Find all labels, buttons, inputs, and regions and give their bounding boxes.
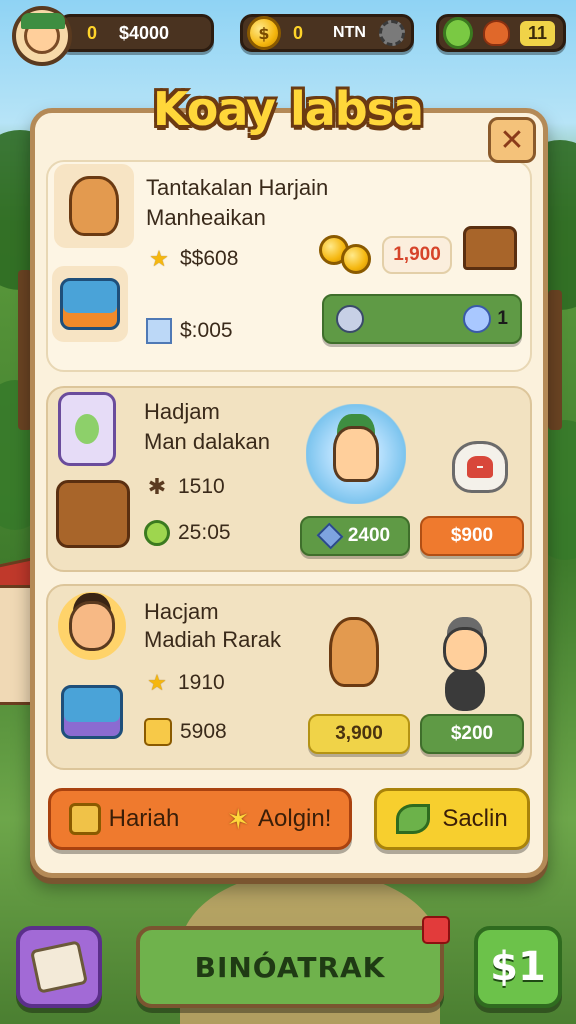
inventory-button[interactable] bbox=[16, 926, 102, 1008]
leaf-icon bbox=[396, 804, 431, 834]
notification-badge bbox=[422, 916, 450, 944]
coin-stack-icon bbox=[318, 222, 372, 278]
gem-icon bbox=[336, 305, 364, 333]
action-button-group: Hariah ✶ Aolgin! bbox=[48, 788, 352, 850]
price-value: 1 bbox=[497, 308, 508, 329]
star-icon: ★ bbox=[147, 670, 167, 695]
cube-icon bbox=[146, 318, 172, 344]
hero-avatar-icon bbox=[58, 592, 126, 660]
wooden-crate-icon bbox=[56, 480, 130, 548]
aolgin-button[interactable]: ✶ Aolgin! bbox=[227, 803, 332, 836]
saclin-label: Saclin bbox=[442, 805, 508, 832]
item-name-line2: Man dalakan bbox=[144, 429, 270, 454]
item-stat-star: ★ $$608 bbox=[146, 246, 238, 272]
item-name-line1: Hacjam bbox=[144, 599, 219, 624]
player-avatar-icon[interactable] bbox=[12, 6, 72, 66]
fox-character-icon bbox=[54, 164, 134, 248]
item-stat-badge: 5908 bbox=[144, 718, 227, 746]
buy-button-orange[interactable]: $900 bbox=[420, 516, 524, 556]
item-stat: 25:05 bbox=[144, 520, 231, 546]
item-stat: ✱ 1510 bbox=[144, 474, 225, 500]
stat-value: 1510 bbox=[178, 475, 225, 498]
stat-value: $:005 bbox=[180, 319, 233, 342]
price-value: $200 bbox=[450, 723, 494, 744]
boy-character-icon bbox=[432, 598, 498, 702]
star-icon: ★ bbox=[149, 246, 169, 271]
sparkle-icon: ✶ bbox=[226, 803, 250, 835]
item-name-line1: Tantakalan Harjain bbox=[146, 175, 329, 200]
buy-button-green[interactable]: $200 bbox=[420, 714, 524, 754]
hariah-label: Hariah bbox=[108, 805, 180, 832]
coins-bar[interactable]: $ 0 NTN bbox=[240, 14, 414, 52]
gems-count: 11 bbox=[519, 20, 555, 46]
player-currency: $4000 bbox=[119, 22, 170, 43]
coins-label: NTN bbox=[333, 24, 366, 41]
avatar-face bbox=[21, 13, 65, 54]
main-action-button[interactable]: BINÓATRAK bbox=[136, 926, 444, 1008]
item-price: 1,900 bbox=[382, 236, 452, 274]
player-currency-bar[interactable]: 0 $4000 bbox=[58, 14, 214, 52]
price-value: 3,900 bbox=[335, 723, 383, 744]
coin-icon: $ bbox=[247, 16, 281, 50]
close-button[interactable]: ✕ bbox=[488, 117, 536, 163]
price-value: 1,900 bbox=[393, 244, 441, 265]
aolgin-label: Aolgin! bbox=[258, 805, 332, 832]
buy-button-yellow[interactable]: 3,900 bbox=[308, 714, 410, 754]
fox-character-icon bbox=[314, 604, 394, 700]
stat-value: 25:05 bbox=[178, 521, 231, 544]
tree-trunk bbox=[548, 290, 562, 430]
stat-value: 1910 bbox=[178, 671, 225, 694]
item-name-line2: Manheaikan bbox=[146, 205, 266, 230]
lock-icon bbox=[68, 803, 101, 835]
main-action-label: BINÓATRAK bbox=[194, 950, 386, 984]
gems-bar[interactable]: 11 bbox=[436, 14, 566, 52]
merchant-character-icon bbox=[306, 404, 406, 504]
stat-value: 5908 bbox=[180, 720, 227, 743]
hariah-button[interactable]: Hariah bbox=[68, 803, 180, 835]
item-stat-star: ★ 1910 bbox=[144, 670, 225, 696]
top-hud: 0 $4000 $ 0 NTN 11 bbox=[8, 6, 568, 66]
backpack-icon bbox=[52, 266, 128, 342]
fruit-icon bbox=[483, 20, 510, 46]
gear-icon[interactable] bbox=[379, 20, 405, 46]
item-name-line1: Hadjam bbox=[144, 399, 220, 424]
stat-value: $$608 bbox=[180, 247, 239, 270]
backpack-icon bbox=[56, 676, 128, 748]
saclin-button[interactable]: Saclin bbox=[374, 788, 530, 850]
gem-icon bbox=[316, 522, 344, 550]
treasure-chest-icon bbox=[460, 220, 520, 276]
item-stat-cube: $:005 bbox=[146, 318, 233, 344]
coins-count: 0 bbox=[293, 22, 304, 43]
leaf-badge-icon bbox=[443, 17, 474, 49]
money-bag-icon bbox=[440, 430, 520, 504]
item-name-line2: Madiah Rarak bbox=[144, 627, 281, 652]
gem-icon bbox=[463, 305, 492, 333]
currency-shop-button[interactable]: $1 bbox=[474, 926, 562, 1008]
ring-icon bbox=[144, 520, 170, 546]
sparkle-icon: ✱ bbox=[147, 474, 167, 499]
currency-shop-label: $1 bbox=[490, 944, 546, 990]
price-value: $900 bbox=[450, 525, 494, 546]
price-value: 2400 bbox=[347, 525, 391, 546]
badge-icon bbox=[144, 718, 172, 746]
note-icon bbox=[58, 392, 116, 466]
buy-gem-button[interactable]: 1 bbox=[322, 294, 522, 344]
player-level: 0 bbox=[87, 22, 98, 43]
note-icon bbox=[29, 940, 89, 994]
buy-button-green[interactable]: 2400 bbox=[300, 516, 410, 556]
